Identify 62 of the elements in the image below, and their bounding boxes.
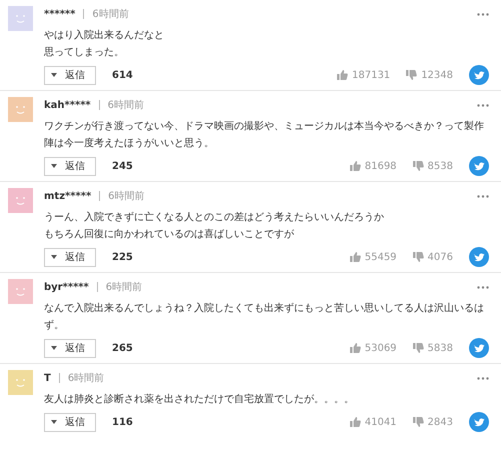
thumbs-down-icon[interactable]	[412, 343, 424, 353]
comment-text: うーん、入院できずに亡くなる人とのこの差はどう考えたらいいんだろうか	[44, 210, 385, 225]
reply-button[interactable]: 返信	[44, 248, 96, 266]
dislike-count: 2843	[428, 416, 453, 430]
like-count: 187131	[352, 68, 390, 82]
caret-icon	[51, 255, 57, 259]
caret-icon	[51, 73, 57, 77]
thumbs-down-icon[interactable]	[412, 417, 424, 427]
bird-share-icon[interactable]	[469, 156, 489, 176]
reply-button[interactable]: 返信	[44, 412, 96, 432]
reply-button[interactable]: 返信	[44, 66, 96, 84]
user-name[interactable]: ******	[44, 6, 76, 22]
reply-button[interactable]: 返信	[44, 338, 96, 358]
more-icon[interactable]	[477, 194, 489, 198]
comment-text: ワクチンが行き渡ってない今、ドラマ映画の撮影や、ミュージカルは本当今やるべきか？って製作陣は今一度考えたほうがいいと思う。	[44, 120, 485, 151]
user-name[interactable]: T	[44, 370, 51, 386]
comment-text: なんで入院出来るんでしょうね？入院したくても出来ずにもっと苦しい思いしてる人は沢山いるはず。	[44, 302, 485, 333]
timestamp: 6時間前	[108, 98, 144, 112]
like-count: 55459	[364, 250, 397, 264]
bird-share-icon[interactable]	[469, 247, 489, 267]
timestamp: 6時間前	[92, 8, 129, 22]
thumbs-down-icon[interactable]	[412, 252, 424, 262]
comment-text: 思ってしまった。	[44, 46, 125, 60]
reply-count: 265	[112, 342, 133, 356]
caret-icon	[51, 164, 57, 168]
thumbs-up-icon[interactable]	[350, 343, 361, 353]
timestamp: 6時間前	[106, 280, 142, 294]
caret-icon	[51, 346, 57, 350]
dislike-count: 8538	[428, 160, 453, 174]
user-name[interactable]: mtz*****	[44, 188, 92, 204]
reply-count: 116	[112, 416, 133, 430]
dislike-count: 4076	[428, 250, 453, 264]
more-icon[interactable]	[477, 104, 489, 106]
reply-count: 245	[112, 160, 133, 174]
comment-text: やはり入院出来るんだなと	[44, 28, 165, 43]
dislike-count: 12348	[421, 68, 453, 82]
like-count: 81698	[364, 160, 397, 174]
bird-share-icon[interactable]	[469, 412, 489, 432]
caret-icon	[51, 420, 57, 424]
thumbs-down-icon[interactable]	[406, 70, 418, 80]
more-icon[interactable]	[477, 12, 489, 16]
comment-text: もちろん回復に向かわれているのは喜ばしいことですが	[44, 228, 295, 242]
thumbs-up-icon[interactable]	[350, 417, 361, 427]
like-count: 41041	[364, 416, 397, 430]
user-name[interactable]: kah*****	[44, 98, 91, 112]
thumbs-up-icon[interactable]	[350, 252, 361, 262]
more-icon[interactable]	[477, 376, 489, 380]
reply-button[interactable]: 返信	[44, 156, 96, 176]
comment-text: 友人は肺炎と診断され薬を出されただけで自宅放置でしたが。。。。	[44, 392, 355, 407]
timestamp: 6時間前	[108, 190, 145, 204]
like-count: 53069	[364, 342, 397, 356]
timestamp: 6時間前	[68, 372, 104, 386]
thumbs-down-icon[interactable]	[412, 161, 424, 171]
user-name[interactable]: byr*****	[44, 280, 89, 294]
thumbs-up-icon[interactable]	[350, 161, 361, 171]
dislike-count: 5838	[428, 342, 453, 356]
more-icon[interactable]	[477, 286, 489, 288]
thumbs-up-icon[interactable]	[337, 70, 348, 80]
bird-share-icon[interactable]	[469, 65, 489, 85]
reply-count: 614	[112, 68, 133, 82]
reply-count: 225	[112, 250, 133, 264]
bird-share-icon[interactable]	[469, 338, 489, 358]
